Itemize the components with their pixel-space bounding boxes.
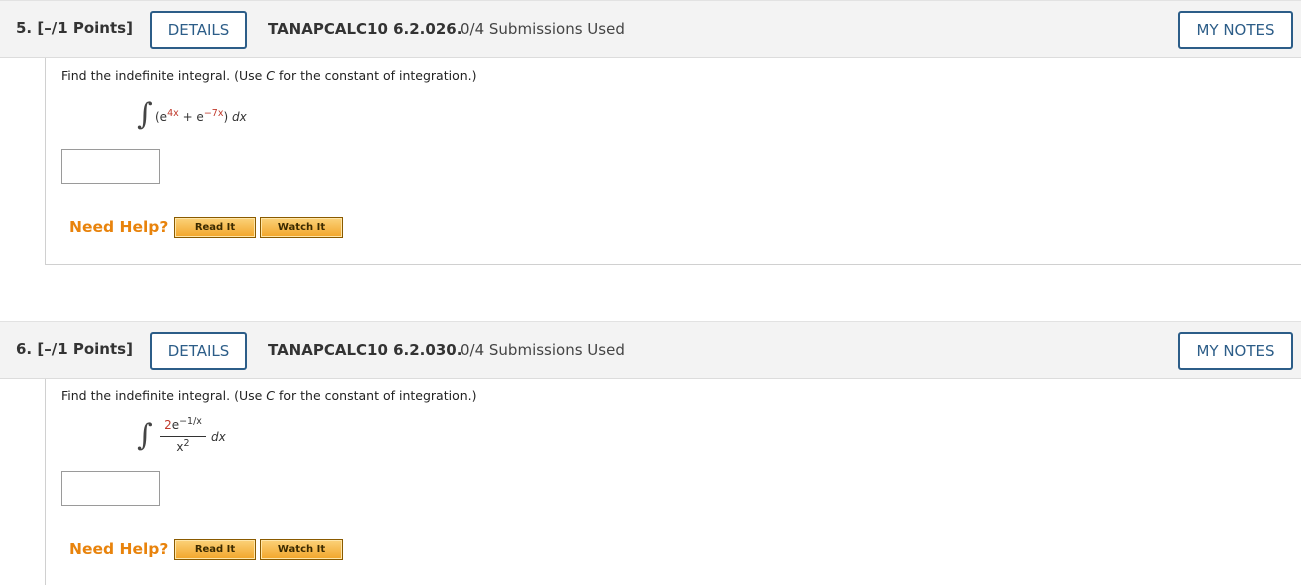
- question-body: Find the indefinite integral. (Use C for…: [45, 58, 1301, 265]
- answer-input[interactable]: [61, 149, 160, 184]
- integrand: (e4x + e−7x) dx: [155, 108, 247, 124]
- read-it-button[interactable]: Read It: [174, 217, 256, 238]
- question-body: Find the indefinite integral. (Use C for…: [45, 379, 1301, 585]
- watch-it-button[interactable]: Watch It: [260, 539, 343, 560]
- fraction-numerator: 2e−1/x: [164, 416, 202, 432]
- question-prompt: Find the indefinite integral. (Use C for…: [61, 388, 477, 403]
- read-it-button[interactable]: Read It: [174, 539, 256, 560]
- exponent-1: 4x: [167, 108, 179, 119]
- question-header: 5. [–/1 Points] DETAILS TANAPCALC10 6.2.…: [0, 0, 1301, 58]
- constant-variable: C: [266, 388, 276, 403]
- details-button[interactable]: DETAILS: [150, 11, 247, 49]
- my-notes-button[interactable]: MY NOTES: [1178, 11, 1293, 49]
- fraction-bar: [160, 436, 206, 437]
- question-prompt: Find the indefinite integral. (Use C for…: [61, 68, 477, 83]
- exponent-2: −7x: [203, 108, 224, 119]
- need-help-label: Need Help?: [69, 540, 169, 558]
- submissions-used: 0/4 Submissions Used: [460, 341, 625, 359]
- constant-variable: C: [266, 68, 276, 83]
- differential: dx: [211, 430, 226, 444]
- differential: dx: [231, 110, 247, 124]
- details-button[interactable]: DETAILS: [150, 332, 247, 370]
- fraction-denominator: x2: [176, 438, 190, 454]
- answer-input[interactable]: [61, 471, 160, 506]
- numerator-exponent: −1/x: [179, 416, 202, 427]
- watch-it-button[interactable]: Watch It: [260, 217, 343, 238]
- question-5: 5. [–/1 Points] DETAILS TANAPCALC10 6.2.…: [0, 0, 1301, 265]
- question-number: 5. [–/1 Points]: [16, 19, 133, 37]
- question-code: TANAPCALC10 6.2.030.: [268, 341, 463, 359]
- question-number: 6. [–/1 Points]: [16, 340, 133, 358]
- need-help-label: Need Help?: [69, 218, 169, 236]
- integral-sign: ∫: [137, 418, 153, 453]
- integral-sign: ∫: [137, 97, 153, 132]
- my-notes-button[interactable]: MY NOTES: [1178, 332, 1293, 370]
- question-header: 6. [–/1 Points] DETAILS TANAPCALC10 6.2.…: [0, 321, 1301, 379]
- question-6: 6. [–/1 Points] DETAILS TANAPCALC10 6.2.…: [0, 321, 1301, 585]
- question-code: TANAPCALC10 6.2.026.: [268, 20, 463, 38]
- submissions-used: 0/4 Submissions Used: [460, 20, 625, 38]
